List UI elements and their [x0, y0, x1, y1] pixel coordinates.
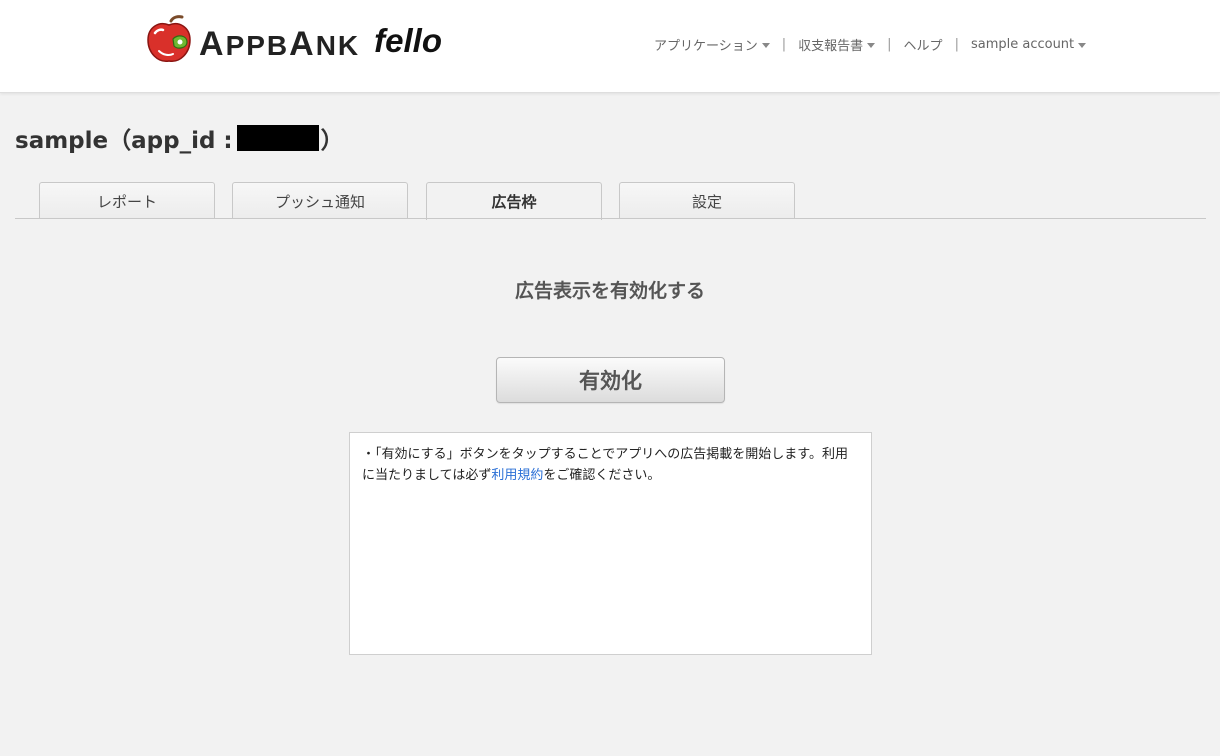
page-title-text: sample（app_id :: [15, 128, 233, 154]
tabs-divider: [15, 218, 1206, 219]
tab-ad-slot[interactable]: 広告枠: [426, 182, 602, 220]
tab-label: 広告枠: [491, 193, 537, 211]
tab-label: 設定: [691, 192, 722, 211]
tab-label: プッシュ通知: [274, 192, 365, 211]
apple-logo-icon: [147, 15, 191, 62]
nav-item-label: アプリケーション: [654, 38, 758, 54]
nav-item-label: sample account: [970, 36, 1075, 52]
nav-item-label: ヘルプ: [903, 38, 943, 54]
logo-brand-text: APPBANK: [199, 24, 361, 63]
nav-separator: |: [887, 36, 892, 52]
nav-item-account[interactable]: sample account: [970, 36, 1087, 52]
notice-text-end: をご確認ください。: [543, 468, 661, 483]
redacted-app-id: [236, 125, 319, 151]
tab-label: レポート: [96, 192, 157, 211]
header: APPBANK fello アプリケーション | 収支報告書 | ヘルプ | s…: [0, 0, 1220, 93]
nav-item-label: 収支報告書: [798, 38, 864, 54]
notice-box: ・「有効にする」ボタンをタップすることでアプリへの広告掲載を開始します。利用に当…: [349, 432, 872, 655]
nav-item-help[interactable]: ヘルプ: [904, 35, 943, 54]
tab-settings[interactable]: 設定: [619, 182, 795, 219]
page-title-close: ）: [320, 128, 344, 154]
caret-down-icon: [867, 42, 876, 48]
enable-button[interactable]: 有効化: [496, 357, 725, 403]
nav-item-applications[interactable]: アプリケーション: [654, 35, 770, 54]
logo-product-text: fello: [374, 22, 442, 59]
caret-down-icon: [761, 42, 770, 48]
terms-link[interactable]: 利用規約: [491, 468, 543, 483]
tab-report[interactable]: レポート: [39, 182, 215, 219]
logo[interactable]: APPBANK fello: [145, 14, 442, 66]
caret-down-icon: [1078, 42, 1087, 48]
nav-separator: |: [781, 36, 787, 52]
nav-item-reports[interactable]: 収支報告書: [798, 35, 876, 54]
section-heading: 広告表示を有効化する: [514, 280, 705, 302]
nav-separator: |: [954, 36, 959, 52]
tab-push-notification[interactable]: プッシュ通知: [232, 182, 408, 219]
page-title: sample（app_id : ）: [15, 121, 344, 155]
top-nav: アプリケーション | 収支報告書 | ヘルプ | sample account: [654, 34, 1087, 54]
